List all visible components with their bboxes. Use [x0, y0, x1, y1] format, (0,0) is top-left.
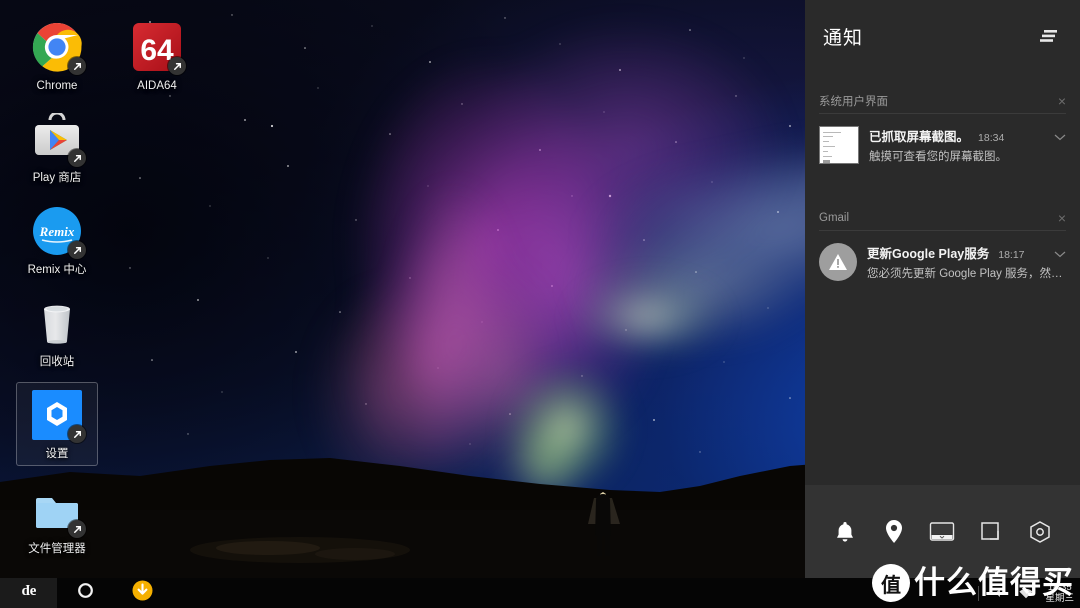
settings-icon [31, 389, 86, 443]
chrome-icon [31, 21, 86, 75]
play-store-icon [31, 111, 86, 167]
notification-group-header: Gmail × [819, 205, 1066, 231]
location-pin-icon[interactable] [879, 517, 909, 547]
square-window-icon[interactable] [976, 517, 1006, 547]
settings-hex-icon[interactable] [1025, 517, 1055, 547]
notification-group: Gmail × 更新Google Play服务 18:17 您必须先更新 Goo… [805, 205, 1080, 292]
notification-group: 系统用户界面 × 已抓取屏幕截图。 18:34 触摸可查看您的屏幕截图。 [805, 88, 1080, 175]
desktop-icon-recycle-bin[interactable]: 回收站 [16, 290, 98, 374]
desktop-icon-grid: Chrome 64 AIDA64 Play 商店 Remix Remix 中心 … [0, 0, 200, 578]
notification-text: 已抓取屏幕截图。 18:34 触摸可查看您的屏幕截图。 [869, 126, 1066, 164]
svg-text:Remix: Remix [39, 224, 75, 239]
notification-item[interactable]: 已抓取屏幕截图。 18:34 触摸可查看您的屏幕截图。 [819, 117, 1066, 175]
shortcut-arrow-icon [68, 149, 86, 167]
desktop-icon-chrome[interactable]: Chrome [16, 14, 98, 98]
desktop-icon-label: 文件管理器 [28, 543, 86, 555]
notification-quick-settings [805, 485, 1080, 578]
notification-panel-header: 通知 [805, 0, 1080, 72]
warning-avatar [819, 243, 857, 281]
notification-time: 18:34 [978, 132, 1005, 144]
file-manager-icon [31, 484, 86, 538]
start-button[interactable]: ǝp dE [0, 578, 57, 608]
shortcut-arrow-icon [68, 57, 86, 75]
notification-body: 触摸可查看您的屏幕截图。 [869, 151, 1007, 163]
remix-start-icon: ǝp [21, 584, 36, 600]
clock-weekday: 星期三 [1045, 593, 1074, 604]
desktop-icon-play-store[interactable]: Play 商店 [16, 106, 98, 190]
notification-title: 更新Google Play服务 [867, 247, 990, 261]
shortcut-arrow-icon [68, 520, 86, 538]
desktop-icon-aida64[interactable]: 64 AIDA64 [116, 14, 198, 98]
taskbar-clock[interactable]: 18:35 星期三 [1045, 582, 1074, 604]
laptop-icon[interactable] [927, 517, 957, 547]
taskbar-recents-button[interactable] [57, 578, 114, 608]
close-icon[interactable]: × [1058, 94, 1066, 108]
desktop-icon-label: 设置 [45, 448, 69, 460]
shortcut-arrow-icon [168, 57, 186, 75]
taskbar: ǝp dE [0, 564, 1080, 608]
system-tray: 18:35 星期三 [978, 578, 1080, 608]
notification-group-app: Gmail [819, 211, 850, 224]
bell-icon[interactable] [830, 517, 860, 547]
shortcut-arrow-icon [68, 241, 86, 259]
svg-text:ǝp: ǝp [21, 584, 36, 600]
notification-text: 更新Google Play服务 18:17 您必须先更新 Google Play… [867, 243, 1066, 281]
wifi-icon[interactable] [1017, 584, 1035, 602]
notification-body: 您必须先更新 Google Play 服务，然后才能.. [867, 268, 1066, 280]
download-icon [132, 580, 153, 606]
chevron-down-icon[interactable] [1048, 250, 1066, 261]
notification-list[interactable]: 系统用户界面 × 已抓取屏幕截图。 18:34 触摸可查看您的屏幕截图。 Gma… [805, 72, 1080, 485]
notification-title-row: 已抓取屏幕截图。 18:34 [869, 126, 1066, 145]
taskbar-download-button[interactable] [114, 578, 171, 608]
desktop-icon-file-manager[interactable]: 文件管理器 [16, 477, 98, 561]
notification-group-app: 系统用户界面 [819, 95, 888, 108]
notification-item[interactable]: 更新Google Play服务 18:17 您必须先更新 Google Play… [819, 234, 1066, 292]
recents-circle-icon [77, 582, 94, 604]
desktop-icon-remix-center[interactable]: Remix Remix 中心 [16, 198, 98, 282]
tray-collapse-icon[interactable] [989, 584, 1007, 602]
shortcut-arrow-icon [68, 425, 86, 443]
desktop-screen: Chrome 64 AIDA64 Play 商店 Remix Remix 中心 … [0, 0, 1080, 608]
recycle-bin-icon [31, 297, 83, 349]
notification-group-header: 系统用户界面 × [819, 88, 1066, 114]
notification-panel-title: 通知 [823, 27, 864, 49]
desktop-icon-label: Play 商店 [32, 172, 82, 184]
desktop-icon-label: 回收站 [39, 356, 75, 368]
desktop-icon-label: Chrome [36, 80, 78, 92]
remix-center-icon: Remix [31, 205, 86, 259]
tray-divider [978, 585, 980, 601]
chevron-down-icon[interactable] [1048, 133, 1066, 144]
notification-time: 18:17 [998, 249, 1025, 261]
desktop-icon-label: Remix 中心 [27, 264, 87, 276]
aida64-icon: 64 [131, 21, 186, 75]
close-icon[interactable]: × [1058, 211, 1066, 225]
notification-menu-icon[interactable] [1036, 23, 1062, 49]
screenshot-thumbnail [819, 126, 859, 164]
notification-title: 已抓取屏幕截图。 [869, 130, 970, 144]
desktop-icon-settings[interactable]: 设置 [16, 382, 98, 466]
clock-time: 18:35 [1047, 582, 1072, 593]
notification-title-row: 更新Google Play服务 18:17 [867, 243, 1066, 262]
notification-panel: 通知 系统用户界面 × 已抓取屏幕截图。 18:34 触摸可查看您的屏幕截图。 … [805, 0, 1080, 578]
desktop-icon-label: AIDA64 [137, 80, 177, 92]
